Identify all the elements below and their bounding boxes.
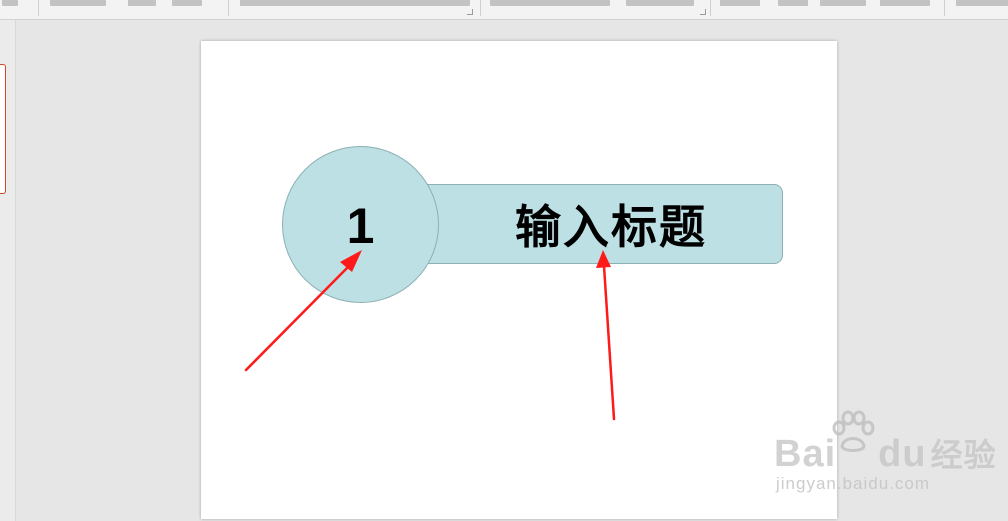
ribbon-dialog-launcher-icon[interactable] bbox=[700, 9, 706, 15]
ribbon-separator bbox=[944, 0, 945, 16]
ribbon-button[interactable] bbox=[820, 0, 866, 6]
ribbon-button[interactable] bbox=[626, 0, 694, 6]
ribbon-separator bbox=[38, 0, 39, 16]
watermark-brand: Bai du 经验 bbox=[774, 433, 997, 475]
ribbon-separator bbox=[228, 0, 229, 16]
ribbon-button[interactable] bbox=[720, 0, 760, 6]
ribbon-separator bbox=[710, 0, 711, 16]
slide-thumbnail-selected[interactable] bbox=[0, 64, 6, 194]
circle-number-text[interactable]: 1 bbox=[347, 197, 375, 255]
title-placeholder-text[interactable]: 输入标题 bbox=[515, 191, 707, 257]
title-rounded-rectangle[interactable]: 输入标题 bbox=[411, 184, 783, 264]
slide-canvas[interactable]: 输入标题 1 bbox=[201, 41, 837, 519]
ribbon-button[interactable] bbox=[50, 0, 106, 6]
ribbon-button[interactable] bbox=[240, 0, 470, 6]
baidu-watermark: Bai du 经验 jingyan.baidu.com bbox=[770, 410, 996, 500]
ribbon-button[interactable] bbox=[778, 0, 808, 6]
ribbon-button[interactable] bbox=[956, 0, 1008, 6]
ribbon-button[interactable] bbox=[880, 0, 930, 6]
ribbon-button[interactable] bbox=[172, 0, 202, 6]
ribbon-dialog-launcher-icon[interactable] bbox=[467, 9, 473, 15]
ribbon-button[interactable] bbox=[2, 0, 18, 6]
number-circle[interactable]: 1 bbox=[282, 146, 439, 303]
watermark-url: jingyan.baidu.com bbox=[776, 474, 931, 493]
ribbon-button[interactable] bbox=[128, 0, 156, 6]
ribbon-separator bbox=[480, 0, 481, 16]
ribbon-toolbar bbox=[0, 0, 1008, 20]
ribbon-button[interactable] bbox=[490, 0, 610, 6]
slide-thumbnail-pane bbox=[0, 20, 16, 521]
